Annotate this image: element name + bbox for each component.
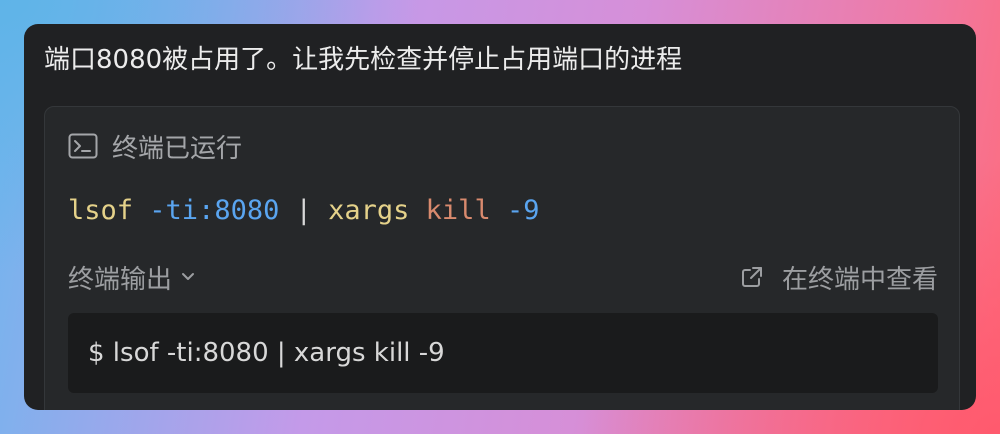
command-token (409, 195, 425, 226)
terminal-output-toggle[interactable]: 终端输出 (68, 259, 196, 295)
chat-message-card: 端口8080被占用了。让我先检查并停止占用端口的进程 终端已运行 lsof -t… (24, 24, 976, 410)
external-link-icon (740, 265, 764, 289)
command-token: xargs (328, 195, 410, 226)
command-token: -ti:8080 (149, 195, 280, 226)
terminal-tool-block: 终端已运行 lsof -ti:8080 | xargs kill -9 终端输出 (44, 106, 960, 410)
terminal-output-label: 终端输出 (68, 264, 173, 295)
command-token: | (279, 195, 329, 226)
assistant-message-text: 端口8080被占用了。让我先检查并停止占用端口的进程 (44, 45, 683, 75)
command-token: -9 (506, 195, 540, 226)
terminal-header: 终端已运行 (68, 129, 243, 164)
view-in-terminal-button[interactable]: 在终端中查看 (740, 259, 938, 295)
terminal-output-row: 终端输出 在终端中查看 (68, 259, 938, 295)
command-token: lsof (68, 195, 134, 226)
terminal-command: lsof -ti:8080 | xargs kill -9 (68, 191, 539, 231)
terminal-icon (68, 133, 98, 159)
command-token (133, 195, 149, 226)
command-token (491, 195, 507, 226)
terminal-status: 终端已运行 (112, 133, 243, 164)
terminal-output-text: $ lsof -ti:8080 | xargs kill -9 (88, 338, 445, 368)
command-token: kill (425, 195, 491, 226)
chevron-down-icon (180, 271, 196, 283)
terminal-output-block: $ lsof -ti:8080 | xargs kill -9 (68, 313, 938, 393)
view-in-terminal-label: 在终端中查看 (781, 264, 938, 295)
